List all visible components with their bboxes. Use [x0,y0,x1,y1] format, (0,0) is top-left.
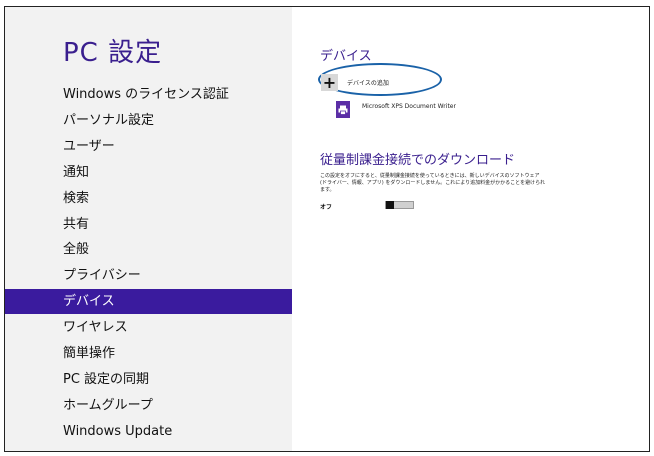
add-device-button[interactable]: + デバイスの追加 [321,72,389,92]
metered-description-line: ます。 [320,187,335,193]
sidebar-item[interactable]: ユーザー [5,134,292,159]
metered-description-line: この設定をオフにすると、従量制課金接続を使っているときには、新しいデバイスのソフ… [320,173,540,179]
sidebar-item[interactable]: パーソナル設定 [5,108,292,133]
toggle-state-label: オフ [320,204,333,211]
sidebar-item[interactable]: ホームグループ [5,393,292,418]
sidebar-item[interactable]: デバイス [5,289,292,315]
sidebar-item[interactable]: 簡単操作 [5,341,292,366]
sidebar-item[interactable]: Windows のライセンス認証 [5,82,292,107]
device-item-xps-writer[interactable]: Microsoft XPS Document Writer [336,101,456,118]
sidebar-item[interactable]: 検索 [5,186,292,211]
add-device-label: デバイスの追加 [347,79,389,87]
sidebar-item[interactable]: 共有 [5,212,292,237]
plus-icon: + [321,72,338,92]
metered-download-toggle[interactable] [385,201,414,209]
sidebar: PC 設定 Windows のライセンス認証 パーソナル設定 ユーザー 通知 検索 共有全… [5,7,292,451]
metered-download-heading: 従量制課金接続でのダウンロード [320,153,516,168]
sidebar-item[interactable]: ワイヤレス [5,315,292,340]
metered-description-line: (ドライバー、情報、アプリ) をダウンロードしません。これにより追加料金がかかる… [320,180,546,186]
sidebar-item[interactable]: 全般 [5,237,292,262]
page-title: PC 設定 [63,38,163,68]
sidebar-item[interactable]: Windows Update [5,419,292,444]
main-panel: デバイス + デバイスの追加 Microsoft XPS Document Wr… [292,7,649,451]
device-label: Microsoft XPS Document Writer [362,103,456,110]
devices-heading: デバイス [320,49,372,64]
sidebar-item[interactable]: 通知 [5,160,292,185]
sidebar-item[interactable]: PC 設定の同期 [5,367,292,392]
settings-window: PC 設定 Windows のライセンス認証 パーソナル設定 ユーザー 通知 検索 共有全… [4,6,650,452]
sidebar-item[interactable]: プライバシー [5,263,292,288]
toggle-knob[interactable] [386,201,394,209]
printer-icon [336,101,350,118]
